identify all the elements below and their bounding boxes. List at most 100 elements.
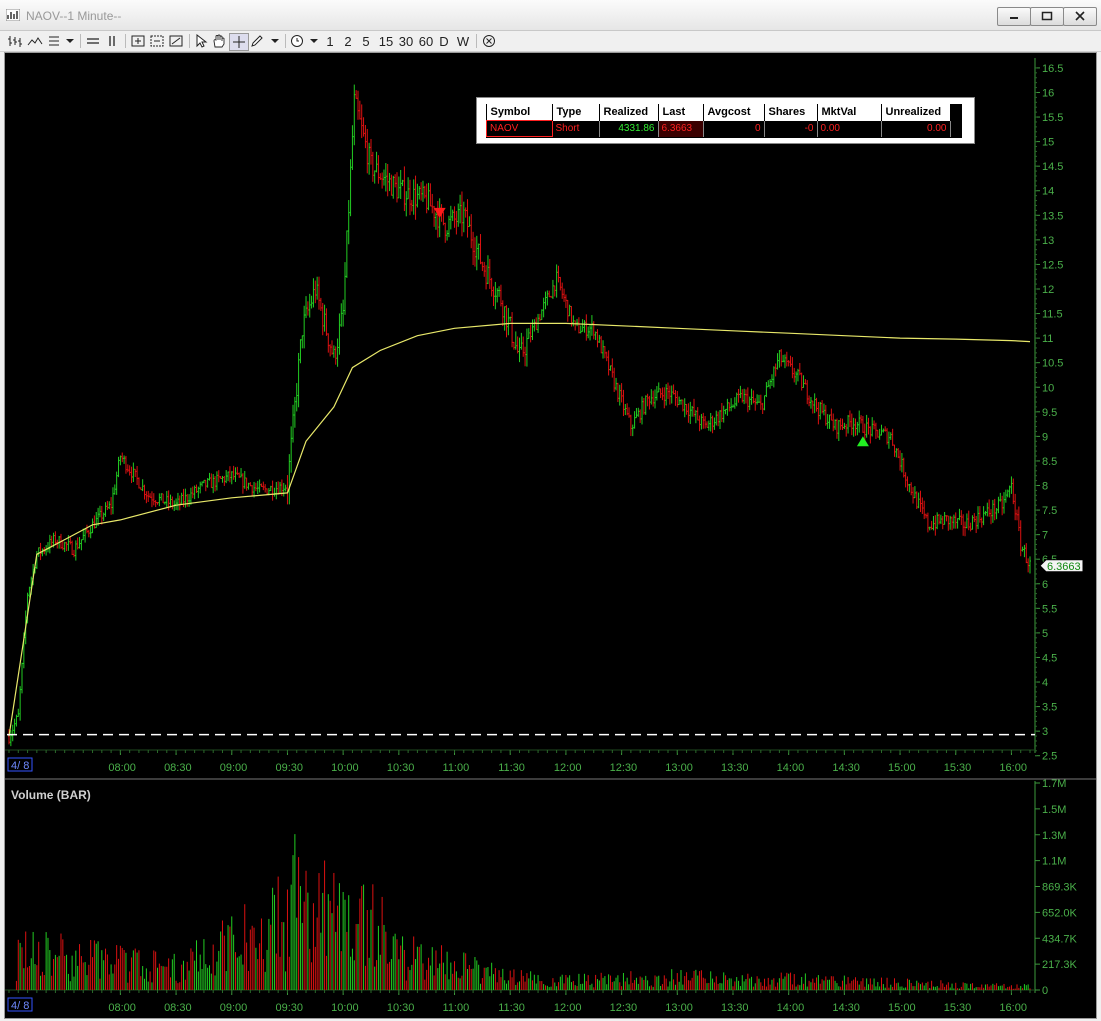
interval-1m-button[interactable]: 1 [324, 33, 336, 49]
chart-window-icon [6, 9, 20, 21]
minimize-button[interactable] [997, 7, 1031, 26]
volume-tick-label: 1.7M [1042, 778, 1066, 790]
cell-shares: -0 [764, 120, 818, 137]
interval-30m-button[interactable]: 30 [397, 33, 415, 49]
volume-panel-label: Volume (BAR) [11, 788, 91, 802]
zoom-fit-icon [150, 35, 164, 47]
price-tick-label: 3.5 [1042, 702, 1057, 714]
interval-dropdown[interactable] [289, 33, 321, 49]
time-tick-label: 16:00 [999, 1002, 1027, 1014]
buy-marker[interactable] [856, 436, 869, 447]
time-tick-label: 11:30 [498, 1002, 525, 1014]
interval-weekly-button[interactable]: W [455, 33, 471, 49]
price-tick-label: 16 [1042, 87, 1054, 99]
time-tick-label: 14:00 [777, 1002, 805, 1014]
zoom-reset-button[interactable] [168, 33, 184, 49]
mountain-icon [27, 37, 43, 46]
time-tick-label: 15:00 [888, 1002, 916, 1014]
volume-tick-label: 217.3K [1042, 959, 1078, 971]
cancel-circle-icon [483, 35, 495, 47]
time-tick-label: 16:00 [999, 762, 1027, 774]
cell-avgcost: 0 [703, 120, 765, 137]
time-tick-label: 08:30 [164, 1002, 192, 1014]
zoom-out-button[interactable] [149, 33, 165, 49]
price-volume-chart[interactable]: 2.533.544.555.566.577.588.599.51010.5111… [5, 53, 1096, 1018]
volume-tick-label: 434.7K [1042, 933, 1078, 945]
zoom-in-button[interactable] [130, 33, 146, 49]
cell-unrealized: 0.00 [881, 120, 951, 137]
interval-daily-button[interactable]: D [437, 33, 451, 49]
volume-bars [15, 834, 1031, 990]
table-scrollbar[interactable] [956, 104, 962, 138]
close-button[interactable] [1063, 7, 1097, 26]
time-tick-label: 11:00 [443, 1002, 470, 1014]
horizontal-line-button[interactable] [85, 33, 101, 49]
time-tick-label: 15:30 [944, 1002, 972, 1014]
price-tick-label: 14.5 [1042, 161, 1063, 173]
price-tick-label: 4.5 [1042, 652, 1057, 664]
draw-tool-dropdown[interactable] [250, 33, 280, 49]
time-tick-label: 13:30 [721, 762, 749, 774]
time-tick-label: 12:30 [610, 762, 638, 774]
volume-tick-label: 1.1M [1042, 856, 1066, 868]
time-tick-label: 13:00 [665, 1002, 693, 1014]
price-tick-label: 15 [1042, 137, 1054, 149]
price-tick-label: 16.5 [1042, 63, 1063, 75]
price-tick-label: 9.5 [1042, 407, 1057, 419]
time-tick-label: 09:00 [220, 762, 248, 774]
time-tick-label: 08:00 [108, 1002, 136, 1014]
interval-60m-button[interactable]: 60 [417, 33, 435, 49]
price-tick-label: 3 [1042, 726, 1048, 738]
horizontal-lines-icon [87, 38, 99, 44]
window-title: NAOV--1 Minute-- [26, 9, 122, 23]
time-tick-label: 11:30 [498, 762, 525, 774]
col-shares[interactable]: Shares [764, 104, 818, 121]
price-tick-label: 8 [1042, 481, 1048, 493]
col-realized[interactable]: Realized [599, 104, 659, 121]
bar-style-button[interactable] [7, 33, 23, 49]
last-price-label: 6.3663 [1047, 561, 1081, 573]
cell-realized: 4331.86 [599, 120, 659, 137]
col-symbol[interactable]: Symbol [486, 104, 553, 121]
line-style-button[interactable] [27, 33, 43, 49]
time-tick-label: 09:30 [275, 1002, 303, 1014]
interval-5m-button[interactable]: 5 [360, 33, 372, 49]
col-unrealized[interactable]: Unrealized [881, 104, 951, 121]
price-tick-label: 10.5 [1042, 358, 1063, 370]
pan-tool-button[interactable] [211, 33, 227, 49]
maximize-button[interactable] [1030, 7, 1064, 26]
price-tick-label: 8.5 [1042, 456, 1057, 468]
time-tick-label: 15:00 [888, 762, 916, 774]
pointer-tool-button[interactable] [194, 33, 208, 49]
price-tick-label: 11 [1042, 333, 1053, 345]
date-label: 4/ 8 [11, 760, 29, 772]
date-label: 4/ 8 [11, 1000, 29, 1012]
window-titlebar: NAOV--1 Minute-- [0, 0, 1101, 31]
hand-icon [213, 34, 225, 48]
price-tick-label: 5 [1042, 628, 1048, 640]
interval-15m-button[interactable]: 15 [377, 33, 395, 49]
cell-mktval: 0.00 [817, 120, 882, 137]
cancel-button[interactable] [481, 33, 497, 49]
time-tick-label: 12:00 [554, 1002, 582, 1014]
bar-chart-icon [8, 36, 22, 47]
col-mktval[interactable]: MktVal [817, 104, 882, 121]
vwap-line [8, 322, 1031, 737]
crosshair-tool-button[interactable] [229, 33, 249, 51]
interval-2m-button[interactable]: 2 [342, 33, 354, 49]
zoom-box-icon [131, 35, 145, 47]
price-tick-label: 4 [1042, 677, 1048, 689]
chart-toolbar: 1 2 5 15 30 60 D W [0, 31, 1101, 52]
col-last[interactable]: Last [658, 104, 704, 121]
cell-last: 6.3663 [658, 120, 704, 137]
col-avgcost[interactable]: Avgcost [703, 104, 765, 121]
clock-icon [291, 35, 318, 47]
time-tick-label: 10:00 [331, 762, 359, 774]
col-type[interactable]: Type [552, 104, 600, 121]
price-tick-label: 13 [1042, 235, 1054, 247]
vertical-line-button[interactable] [104, 33, 120, 49]
table-row[interactable]: NAOV Short 4331.86 6.3663 0 -0 0.00 0.00 [486, 120, 951, 137]
chart-type-dropdown[interactable] [47, 33, 75, 49]
time-tick-label: 14:00 [777, 762, 805, 774]
cell-symbol: NAOV [486, 120, 553, 137]
